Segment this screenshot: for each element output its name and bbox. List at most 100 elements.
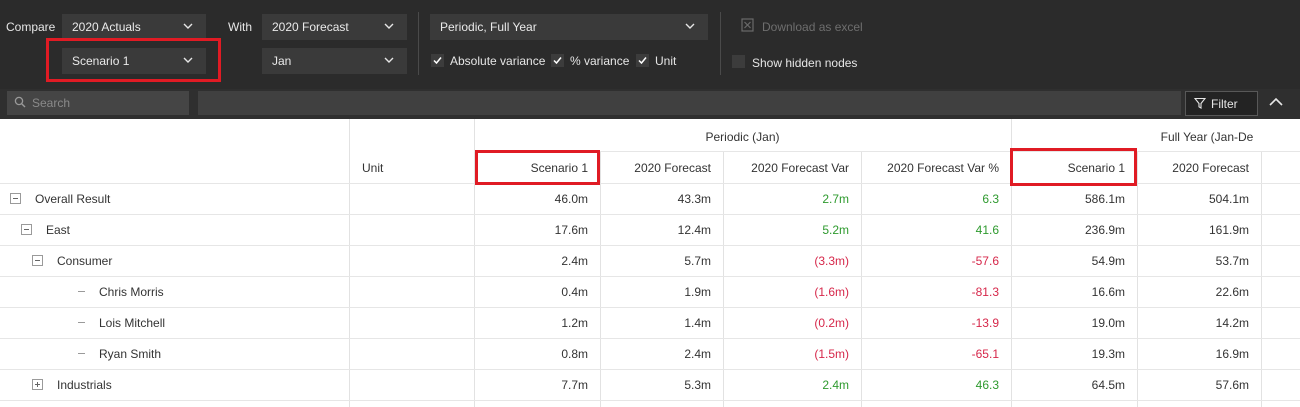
column-header[interactable]: 202 xyxy=(1261,161,1300,175)
group-header-full-year: Full Year (Jan-De xyxy=(1160,130,1254,144)
grid-hline xyxy=(0,214,1300,215)
value-cell: 2.4m xyxy=(684,347,711,361)
show-hidden-nodes-checkbox[interactable] xyxy=(732,55,745,68)
value-cell: 16.9m xyxy=(1215,347,1249,361)
excel-icon xyxy=(741,18,754,35)
value-cell: 0.8m xyxy=(561,347,588,361)
chevron-down-icon xyxy=(684,20,696,32)
column-header[interactable]: 2020 Forecast Var % xyxy=(861,161,999,175)
absolute-variance-label: Absolute variance xyxy=(450,54,546,68)
expand-icon[interactable] xyxy=(32,379,43,390)
value-cell: 5.2m xyxy=(822,223,849,237)
row-label: Consumer xyxy=(57,254,113,268)
unit-column-header: Unit xyxy=(362,161,384,175)
row-label: Industrials xyxy=(57,378,112,392)
value-cell: (3.3m) xyxy=(814,254,849,268)
highlight-box-compare-scenario xyxy=(46,38,221,82)
percent-variance-label: % variance xyxy=(570,54,630,68)
column-header[interactable]: 2020 Forecast Var xyxy=(723,161,849,175)
value-cell: 14.2m xyxy=(1215,316,1249,330)
compare-dropdown[interactable]: 2020 Actuals xyxy=(62,14,206,40)
collapse-icon[interactable] xyxy=(10,193,21,204)
grid-vline xyxy=(349,119,350,407)
tree-leaf-dash-icon xyxy=(78,322,85,323)
value-cell: -13.9 xyxy=(971,316,999,330)
value-cell: 1.9m xyxy=(684,285,711,299)
collapse-icon[interactable] xyxy=(32,255,43,266)
value-cell: (1.6m) xyxy=(814,285,849,299)
search-placeholder: Search xyxy=(32,96,71,110)
tree-leaf-dash-icon xyxy=(78,353,85,354)
filter-expression-input[interactable] xyxy=(198,91,1181,115)
column-header[interactable]: 2020 Forecast xyxy=(600,161,711,175)
percent-variance-checkbox[interactable] xyxy=(551,54,564,67)
grid-hline xyxy=(0,245,1300,246)
value-cell: 64.5m xyxy=(1091,378,1125,392)
search-bar: Search Filter xyxy=(0,89,1300,119)
value-cell: 43.3m xyxy=(677,192,711,206)
view-mode-dropdown[interactable]: Periodic, Full Year xyxy=(430,14,708,40)
value-cell: 236.9m xyxy=(1084,223,1125,237)
value-cell: 6.3 xyxy=(982,192,999,206)
grid-hline xyxy=(0,276,1300,277)
chevron-down-icon xyxy=(182,20,194,32)
value-cell: 504.1m xyxy=(1208,192,1249,206)
chevron-down-icon xyxy=(383,20,395,32)
value-cell: 22.6m xyxy=(1215,285,1249,299)
value-cell: 586.1m xyxy=(1084,192,1125,206)
value-cell: 0.4m xyxy=(561,285,588,299)
unit-label: Unit xyxy=(655,54,677,68)
period-dropdown[interactable]: Jan xyxy=(262,48,407,74)
compare-dropdown-value: 2020 Actuals xyxy=(72,20,141,34)
value-cell: 46.0m xyxy=(554,192,588,206)
value-cell: 12.4m xyxy=(677,223,711,237)
row-label: Lois Mitchell xyxy=(99,316,166,330)
show-hidden-nodes-label: Show hidden nodes xyxy=(752,56,858,70)
search-input[interactable]: Search xyxy=(7,91,189,115)
highlight-box-periodic-scenario xyxy=(475,150,600,185)
row-label: Chris Morris xyxy=(99,285,164,299)
value-cell: 53.7m xyxy=(1215,254,1249,268)
toolbar-divider xyxy=(418,12,419,75)
period-dropdown-value: Jan xyxy=(272,54,292,68)
with-label: With xyxy=(228,20,252,34)
value-cell: 7.7m xyxy=(561,378,588,392)
value-cell: -65.1 xyxy=(971,347,999,361)
grid-hline xyxy=(0,369,1300,370)
chevron-up-icon[interactable] xyxy=(1268,95,1284,112)
compare-label: Compare xyxy=(6,20,56,34)
value-cell: 46.3 xyxy=(975,378,999,392)
value-cell: 2.4m xyxy=(561,254,588,268)
toolbar-divider xyxy=(720,12,721,75)
chevron-down-icon xyxy=(383,54,395,66)
value-cell: 41.6 xyxy=(975,223,999,237)
collapse-icon[interactable] xyxy=(21,224,32,235)
value-cell: 2.4m xyxy=(822,378,849,392)
grid-hline xyxy=(0,400,1300,401)
filter-button[interactable]: Filter xyxy=(1185,91,1258,116)
search-icon xyxy=(14,96,26,111)
row-label: East xyxy=(46,223,71,237)
data-grid: Periodic (Jan) Full Year (Jan-De Unit Sc… xyxy=(0,119,1300,407)
download-excel-button[interactable]: Download as excel xyxy=(762,20,863,34)
filter-button-label: Filter xyxy=(1211,97,1238,111)
value-cell: (0.2m) xyxy=(814,316,849,330)
column-header[interactable]: 2020 Forecast xyxy=(1137,161,1249,175)
highlight-box-full-year-scenario xyxy=(1010,148,1137,186)
value-cell: 19.0m xyxy=(1091,316,1125,330)
value-cell: 161.9m xyxy=(1208,223,1249,237)
value-cell: 16.6m xyxy=(1091,285,1125,299)
tree-leaf-dash-icon xyxy=(78,291,85,292)
value-cell: 54.9m xyxy=(1091,254,1125,268)
grid-hline xyxy=(0,307,1300,308)
unit-checkbox[interactable] xyxy=(636,54,649,67)
value-cell: 17.6m xyxy=(554,223,588,237)
value-cell: -81.3 xyxy=(971,285,999,299)
value-cell: 1.4m xyxy=(684,316,711,330)
absolute-variance-checkbox[interactable] xyxy=(431,54,444,67)
group-header-periodic: Periodic (Jan) xyxy=(705,130,780,144)
row-label: Ryan Smith xyxy=(99,347,162,361)
with-dropdown[interactable]: 2020 Forecast xyxy=(262,14,407,40)
value-cell: 2.7m xyxy=(822,192,849,206)
value-cell: 57.6m xyxy=(1215,378,1249,392)
